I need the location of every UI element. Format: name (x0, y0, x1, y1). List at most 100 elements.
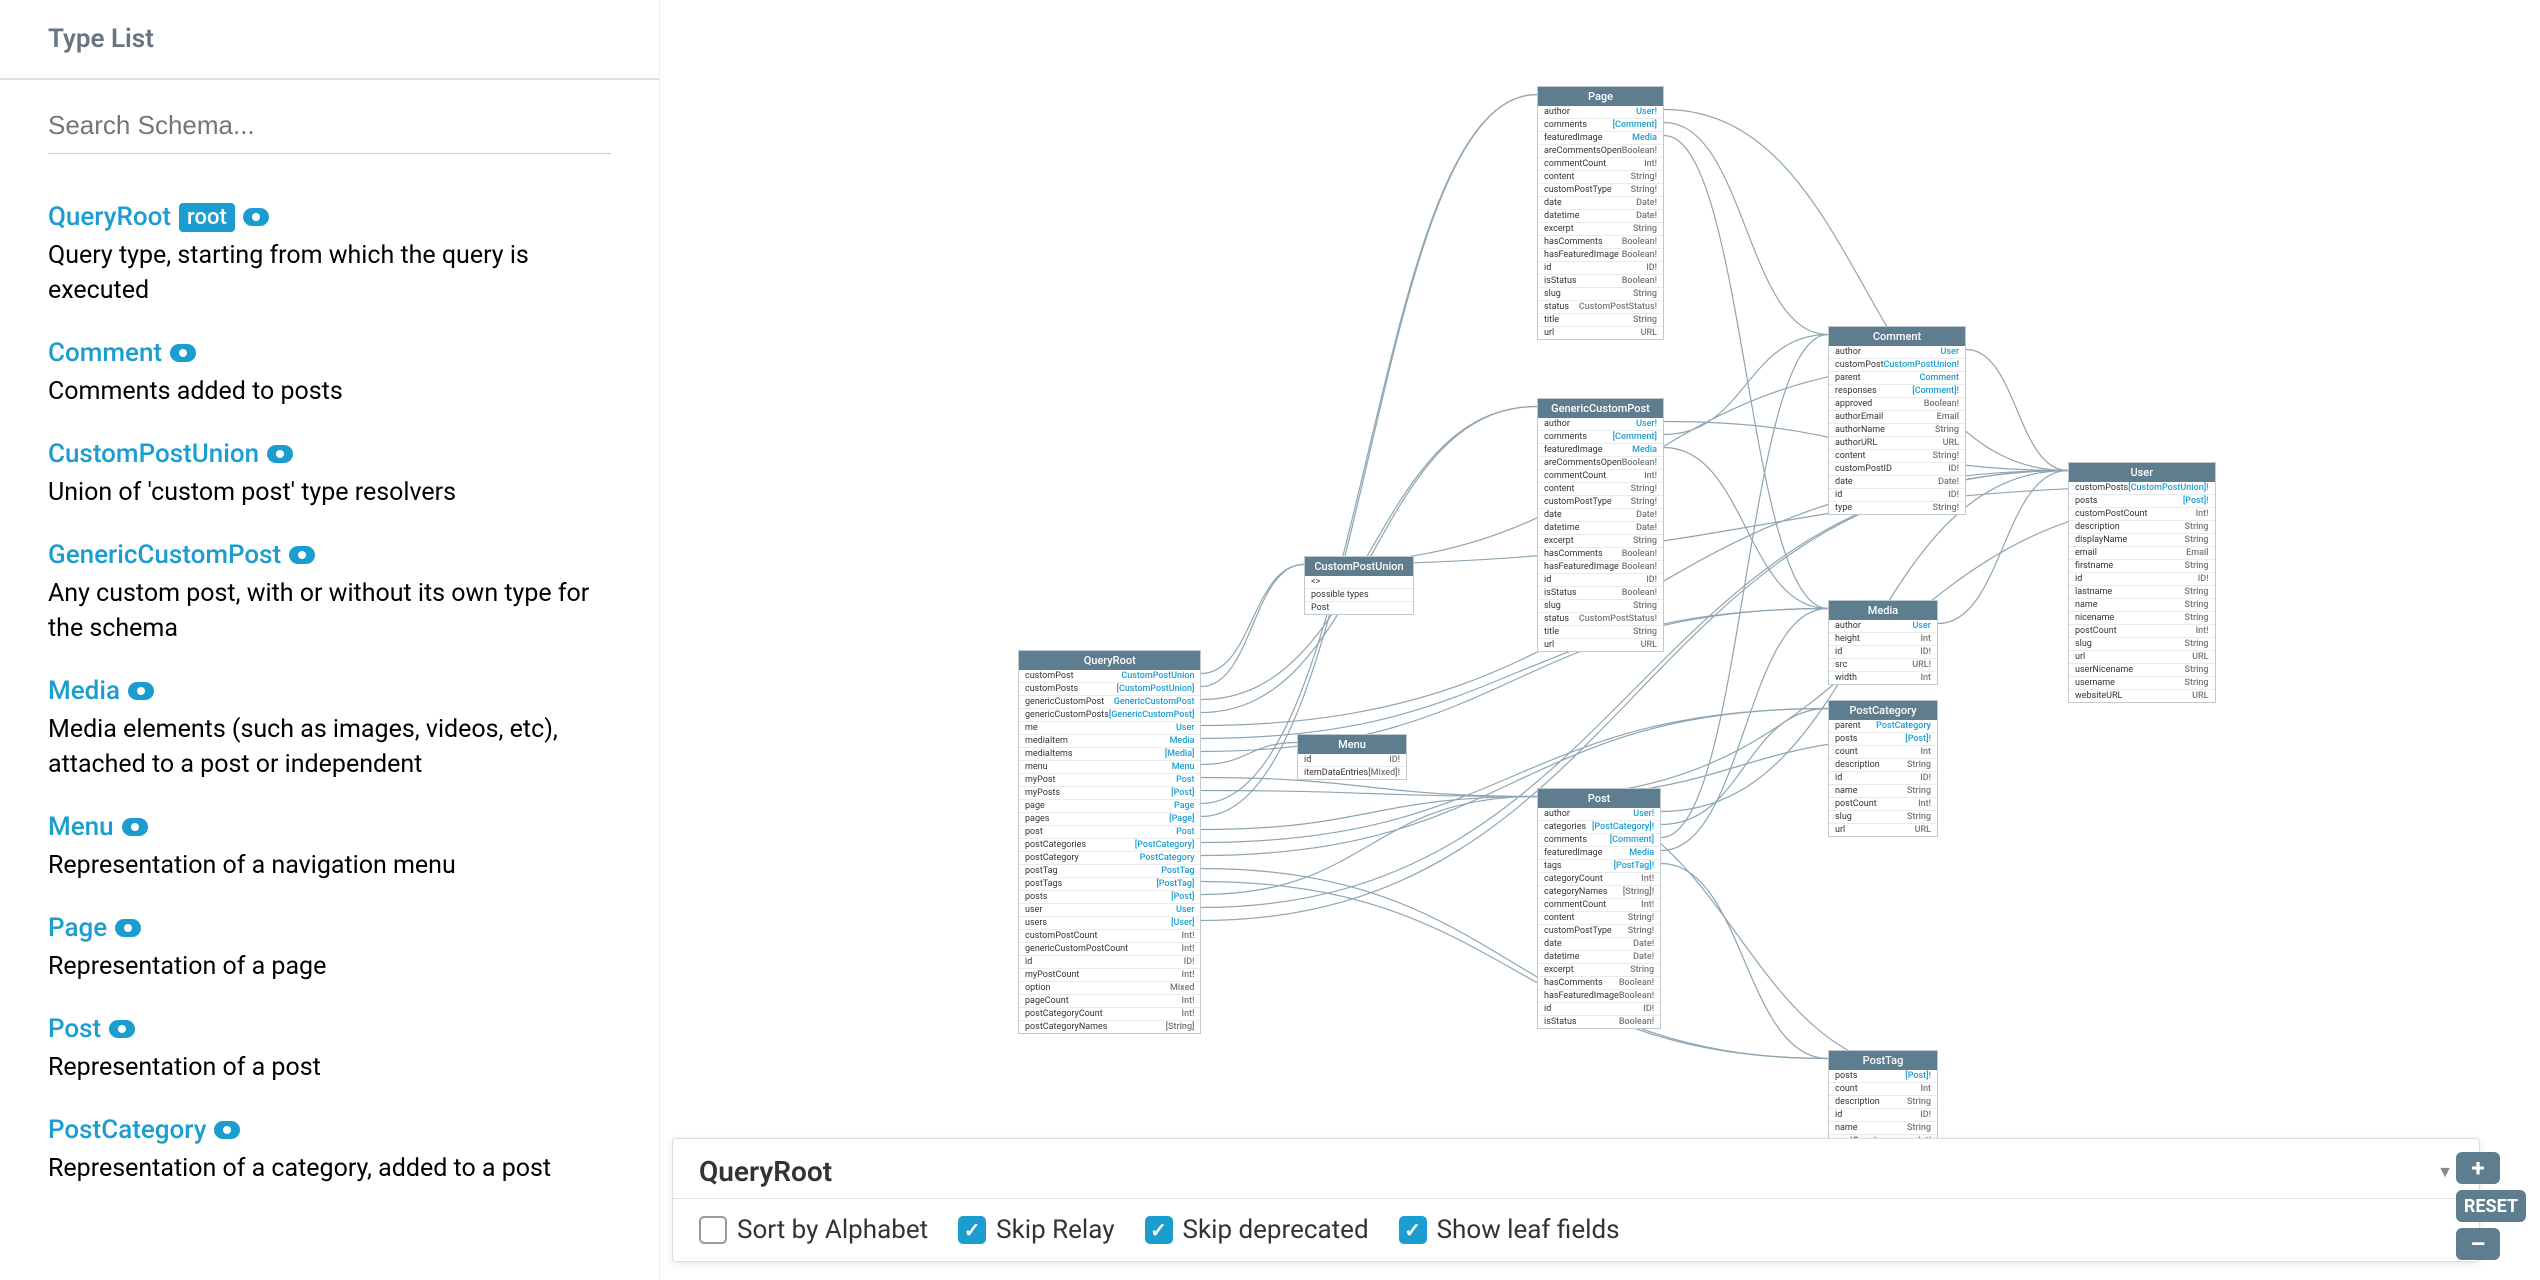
option-skip-relay[interactable]: Skip Relay (958, 1215, 1114, 1245)
type-item-postcategory[interactable]: PostCategory Representation of a categor… (48, 1115, 611, 1186)
zoom-in-button[interactable]: + (2456, 1152, 2500, 1184)
eye-icon[interactable] (243, 208, 269, 226)
checkbox-icon[interactable] (1145, 1216, 1173, 1244)
node-user[interactable]: UsercustomPosts[CustomPostUnion]!posts[P… (2068, 462, 2216, 703)
eye-icon[interactable] (115, 919, 141, 937)
node-comment[interactable]: CommentauthorUsercustomPostCustomPostUni… (1828, 326, 1966, 515)
node-post[interactable]: PostauthorUser!categories[PostCategory]!… (1537, 788, 1661, 1029)
node-field: descriptionString (1829, 759, 1937, 772)
node-field: featuredImageMedia (1538, 847, 1660, 860)
node-field: Post (1305, 602, 1413, 614)
type-item-comment[interactable]: Comment Comments added to posts (48, 338, 611, 409)
type-description: Union of 'custom post' type resolvers (48, 475, 611, 510)
eye-icon[interactable] (170, 344, 196, 362)
node-field: itemDataEntries[Mixed]! (1298, 767, 1406, 779)
option-label: Skip Relay (996, 1215, 1114, 1245)
type-item-media[interactable]: Media Media elements (such as images, vi… (48, 676, 611, 782)
node-field: customPostCustomPostUnion (1019, 670, 1200, 683)
node-field: categoryNames[String]! (1538, 886, 1660, 899)
node-field: posts[Post]! (1829, 1070, 1937, 1083)
type-item-genericcustompost[interactable]: GenericCustomPost Any custom post, with … (48, 540, 611, 646)
node-field: usernameString (2069, 677, 2215, 690)
sidebar-title: Type List (48, 24, 611, 54)
node-field: customPosts[CustomPostUnion] (1019, 683, 1200, 696)
checkbox-icon[interactable] (699, 1216, 727, 1244)
node-field: isStatusBoolean! (1538, 1016, 1660, 1028)
zoom-reset-button[interactable]: RESET (2456, 1190, 2526, 1222)
node-field: datetimeDate! (1538, 522, 1663, 535)
eye-icon[interactable] (122, 818, 148, 836)
node-field: pagePage (1019, 800, 1200, 813)
node-field: categoryCountInt! (1538, 873, 1660, 886)
type-item-menu[interactable]: Menu Representation of a navigation menu (48, 812, 611, 883)
node-field: authorUser (1829, 620, 1937, 633)
node-field: authorURLURL (1829, 437, 1965, 450)
search-input[interactable] (48, 98, 611, 154)
node-field: descriptionString (1829, 1096, 1937, 1109)
node-header: GenericCustomPost (1538, 399, 1663, 418)
node-field: areCommentsOpenBoolean! (1538, 145, 1663, 158)
option-show-leaf-fields[interactable]: Show leaf fields (1399, 1215, 1620, 1245)
node-field: widthInt (1829, 672, 1937, 684)
node-postcategory[interactable]: PostCategoryparentPostCategoryposts[Post… (1828, 700, 1938, 837)
node-header: Comment (1829, 327, 1965, 346)
type-item-post[interactable]: Post Representation of a post (48, 1014, 611, 1085)
eye-icon[interactable] (289, 546, 315, 564)
node-field: contentString! (1829, 450, 1965, 463)
type-description: Representation of a navigation menu (48, 848, 611, 883)
node-field: areCommentsOpenBoolean! (1538, 457, 1663, 470)
eye-icon[interactable] (267, 445, 293, 463)
node-field: displayNameString (2069, 534, 2215, 547)
node-page[interactable]: PageauthorUser!comments[Comment]featured… (1537, 86, 1664, 340)
node-queryroot[interactable]: QueryRootcustomPostCustomPostUnioncustom… (1018, 650, 1201, 1034)
node-header: Media (1829, 601, 1937, 620)
node-field: idID! (1829, 646, 1937, 659)
eye-icon[interactable] (109, 1020, 135, 1038)
node-field: datetimeDate! (1538, 951, 1660, 964)
node-field: customPostIDID! (1829, 463, 1965, 476)
node-field: possible types (1305, 589, 1413, 602)
type-item-custompostunion[interactable]: CustomPostUnion Union of 'custom post' t… (48, 439, 611, 510)
eye-icon[interactable] (214, 1121, 240, 1139)
option-sort-by-alphabet[interactable]: Sort by Alphabet (699, 1215, 928, 1245)
node-field: dateDate! (1538, 509, 1663, 522)
node-header: Post (1538, 789, 1660, 808)
node-menu[interactable]: MenuidID!itemDataEntries[Mixed]! (1297, 734, 1407, 780)
node-media[interactable]: MediaauthorUserheightIntidID!srcURL!widt… (1828, 600, 1938, 685)
node-field: authorUser! (1538, 418, 1663, 431)
node-field: isStatusBoolean! (1538, 587, 1663, 600)
node-field: hasFeaturedImageBoolean! (1538, 561, 1663, 574)
node-field: nameString (1829, 1122, 1937, 1135)
node-field: dateDate! (1538, 938, 1660, 951)
node-field: idID! (1829, 772, 1937, 785)
graph-canvas[interactable]: QueryRootcustomPostCustomPostUnioncustom… (660, 0, 2540, 1280)
option-skip-deprecated[interactable]: Skip deprecated (1145, 1215, 1369, 1245)
checkbox-icon[interactable] (958, 1216, 986, 1244)
node-field: authorEmailEmail (1829, 411, 1965, 424)
zoom-out-button[interactable]: – (2456, 1228, 2500, 1260)
dropdown-arrow-icon: ▼ (2437, 1162, 2453, 1182)
node-field: descriptionString (2069, 521, 2215, 534)
node-field: srcURL! (1829, 659, 1937, 672)
type-name: Menu (48, 812, 148, 842)
type-description: Representation of a page (48, 949, 611, 984)
node-genericcustompost[interactable]: GenericCustomPostauthorUser!comments[Com… (1537, 398, 1664, 652)
node-field: genericCustomPosts[GenericCustomPost] (1019, 709, 1200, 722)
node-field: slugString (2069, 638, 2215, 651)
type-item-page[interactable]: Page Representation of a page (48, 913, 611, 984)
zoom-controls: + RESET – (2456, 1152, 2526, 1260)
sidebar-header: Type List (0, 0, 659, 80)
node-custompostunion[interactable]: CustomPostUnion<>possible typesPost (1304, 556, 1414, 615)
eye-icon[interactable] (128, 682, 154, 700)
node-header: PostCategory (1829, 701, 1937, 720)
controls-header[interactable]: QueryRoot ▼ (673, 1139, 2479, 1199)
type-item-queryroot[interactable]: QueryRoot root Query type, starting from… (48, 202, 611, 308)
option-label: Show leaf fields (1437, 1215, 1620, 1245)
node-field: websiteURLURL (2069, 690, 2215, 702)
node-field: commentCountInt! (1538, 158, 1663, 171)
checkbox-icon[interactable] (1399, 1216, 1427, 1244)
node-field: idID! (1538, 574, 1663, 587)
type-description: Media elements (such as images, videos, … (48, 712, 611, 782)
node-field: contentString! (1538, 171, 1663, 184)
node-field: excerptString (1538, 964, 1660, 977)
